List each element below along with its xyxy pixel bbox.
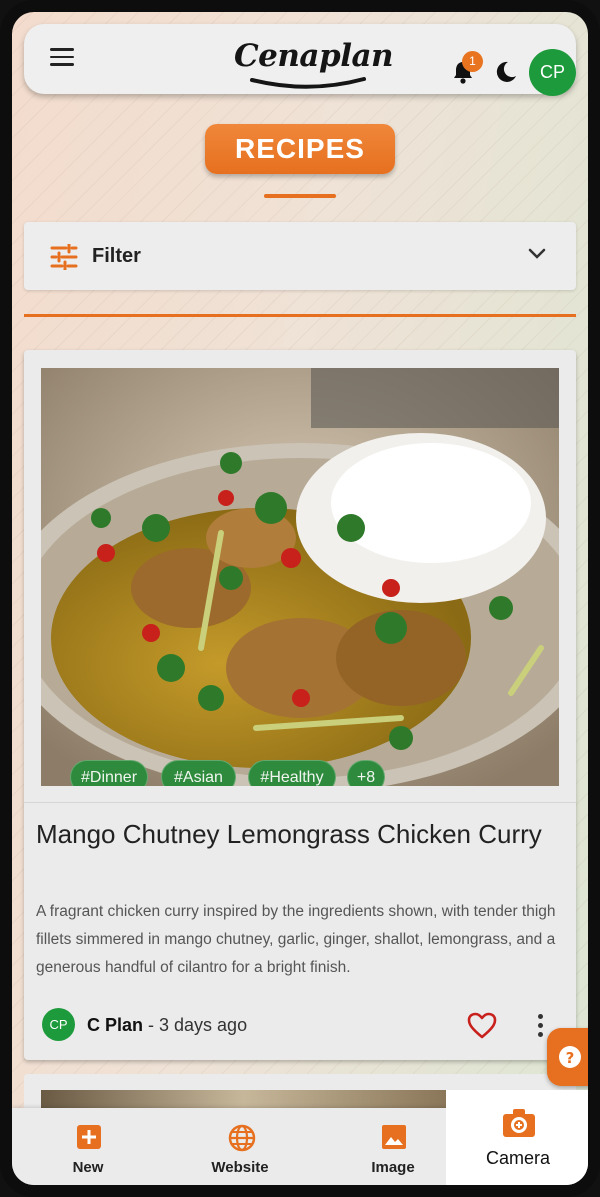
- tune-sliders-icon: [50, 244, 78, 270]
- tag-chip[interactable]: #Asian: [161, 760, 236, 786]
- image-icon: [382, 1125, 406, 1149]
- logo-swoosh-icon: [250, 77, 366, 89]
- posted-time: - 3 days ago: [143, 1015, 248, 1035]
- tag-chip[interactable]: #Healthy: [248, 760, 336, 786]
- nav-new[interactable]: New: [16, 1108, 160, 1185]
- filter-accordion[interactable]: Filter: [24, 222, 576, 290]
- hamburger-menu-icon[interactable]: [50, 48, 74, 70]
- more-tags-chip[interactable]: +8: [347, 760, 385, 786]
- dark-mode-moon-icon[interactable]: [494, 60, 518, 84]
- nav-image[interactable]: Image: [321, 1108, 465, 1185]
- card-divider: [24, 802, 576, 803]
- curry-dish-illustration: [41, 368, 559, 786]
- camera-icon: [503, 1109, 535, 1137]
- nav-website[interactable]: Website: [168, 1108, 312, 1185]
- author-name[interactable]: C Plan: [87, 1015, 143, 1035]
- notification-badge: 1: [462, 51, 483, 72]
- plus-square-icon: [77, 1125, 101, 1149]
- recipe-card[interactable]: #Dinner #Asian #Healthy +8 Mango Chutney…: [24, 350, 576, 1060]
- heart-icon[interactable]: [467, 1012, 497, 1039]
- page-title: RECIPES: [205, 124, 395, 174]
- author-meta: C Plan - 3 days ago: [87, 1015, 247, 1036]
- user-avatar[interactable]: CP: [529, 49, 576, 96]
- filter-label: Filter: [92, 245, 141, 267]
- chevron-down-icon: [528, 248, 546, 259]
- nav-website-label: Website: [211, 1159, 269, 1176]
- nav-image-label: Image: [371, 1159, 415, 1176]
- recipe-image[interactable]: #Dinner #Asian #Healthy +8: [41, 368, 559, 786]
- top-app-bar: Cenaplan 1 CP: [24, 24, 576, 96]
- nav-camera-label: Camera: [485, 1148, 551, 1168]
- nav-new-label: New: [72, 1159, 104, 1176]
- recipe-title[interactable]: Mango Chutney Lemongrass Chicken Curry: [36, 816, 556, 853]
- section-divider: [24, 314, 576, 317]
- title-underline: [264, 194, 336, 198]
- recipe-description: A fragrant chicken curry inspired by the…: [36, 903, 556, 976]
- tag-chip[interactable]: #Dinner: [70, 760, 148, 786]
- bottom-navigation: New Website Image Camera: [12, 1090, 588, 1185]
- more-vert-icon[interactable]: [536, 1014, 544, 1041]
- nav-camera[interactable]: Camera: [446, 1090, 588, 1185]
- help-button[interactable]: ?: [547, 1028, 588, 1086]
- globe-icon: [228, 1124, 256, 1152]
- device-frame: Cenaplan 1 CP RECIPES Filter #Dinner #As…: [0, 0, 600, 1197]
- app-screen: Cenaplan 1 CP RECIPES Filter #Dinner #As…: [12, 12, 588, 1185]
- help-icon: ?: [559, 1046, 581, 1068]
- svg-text:?: ?: [566, 1049, 575, 1067]
- author-avatar[interactable]: CP: [42, 1008, 75, 1041]
